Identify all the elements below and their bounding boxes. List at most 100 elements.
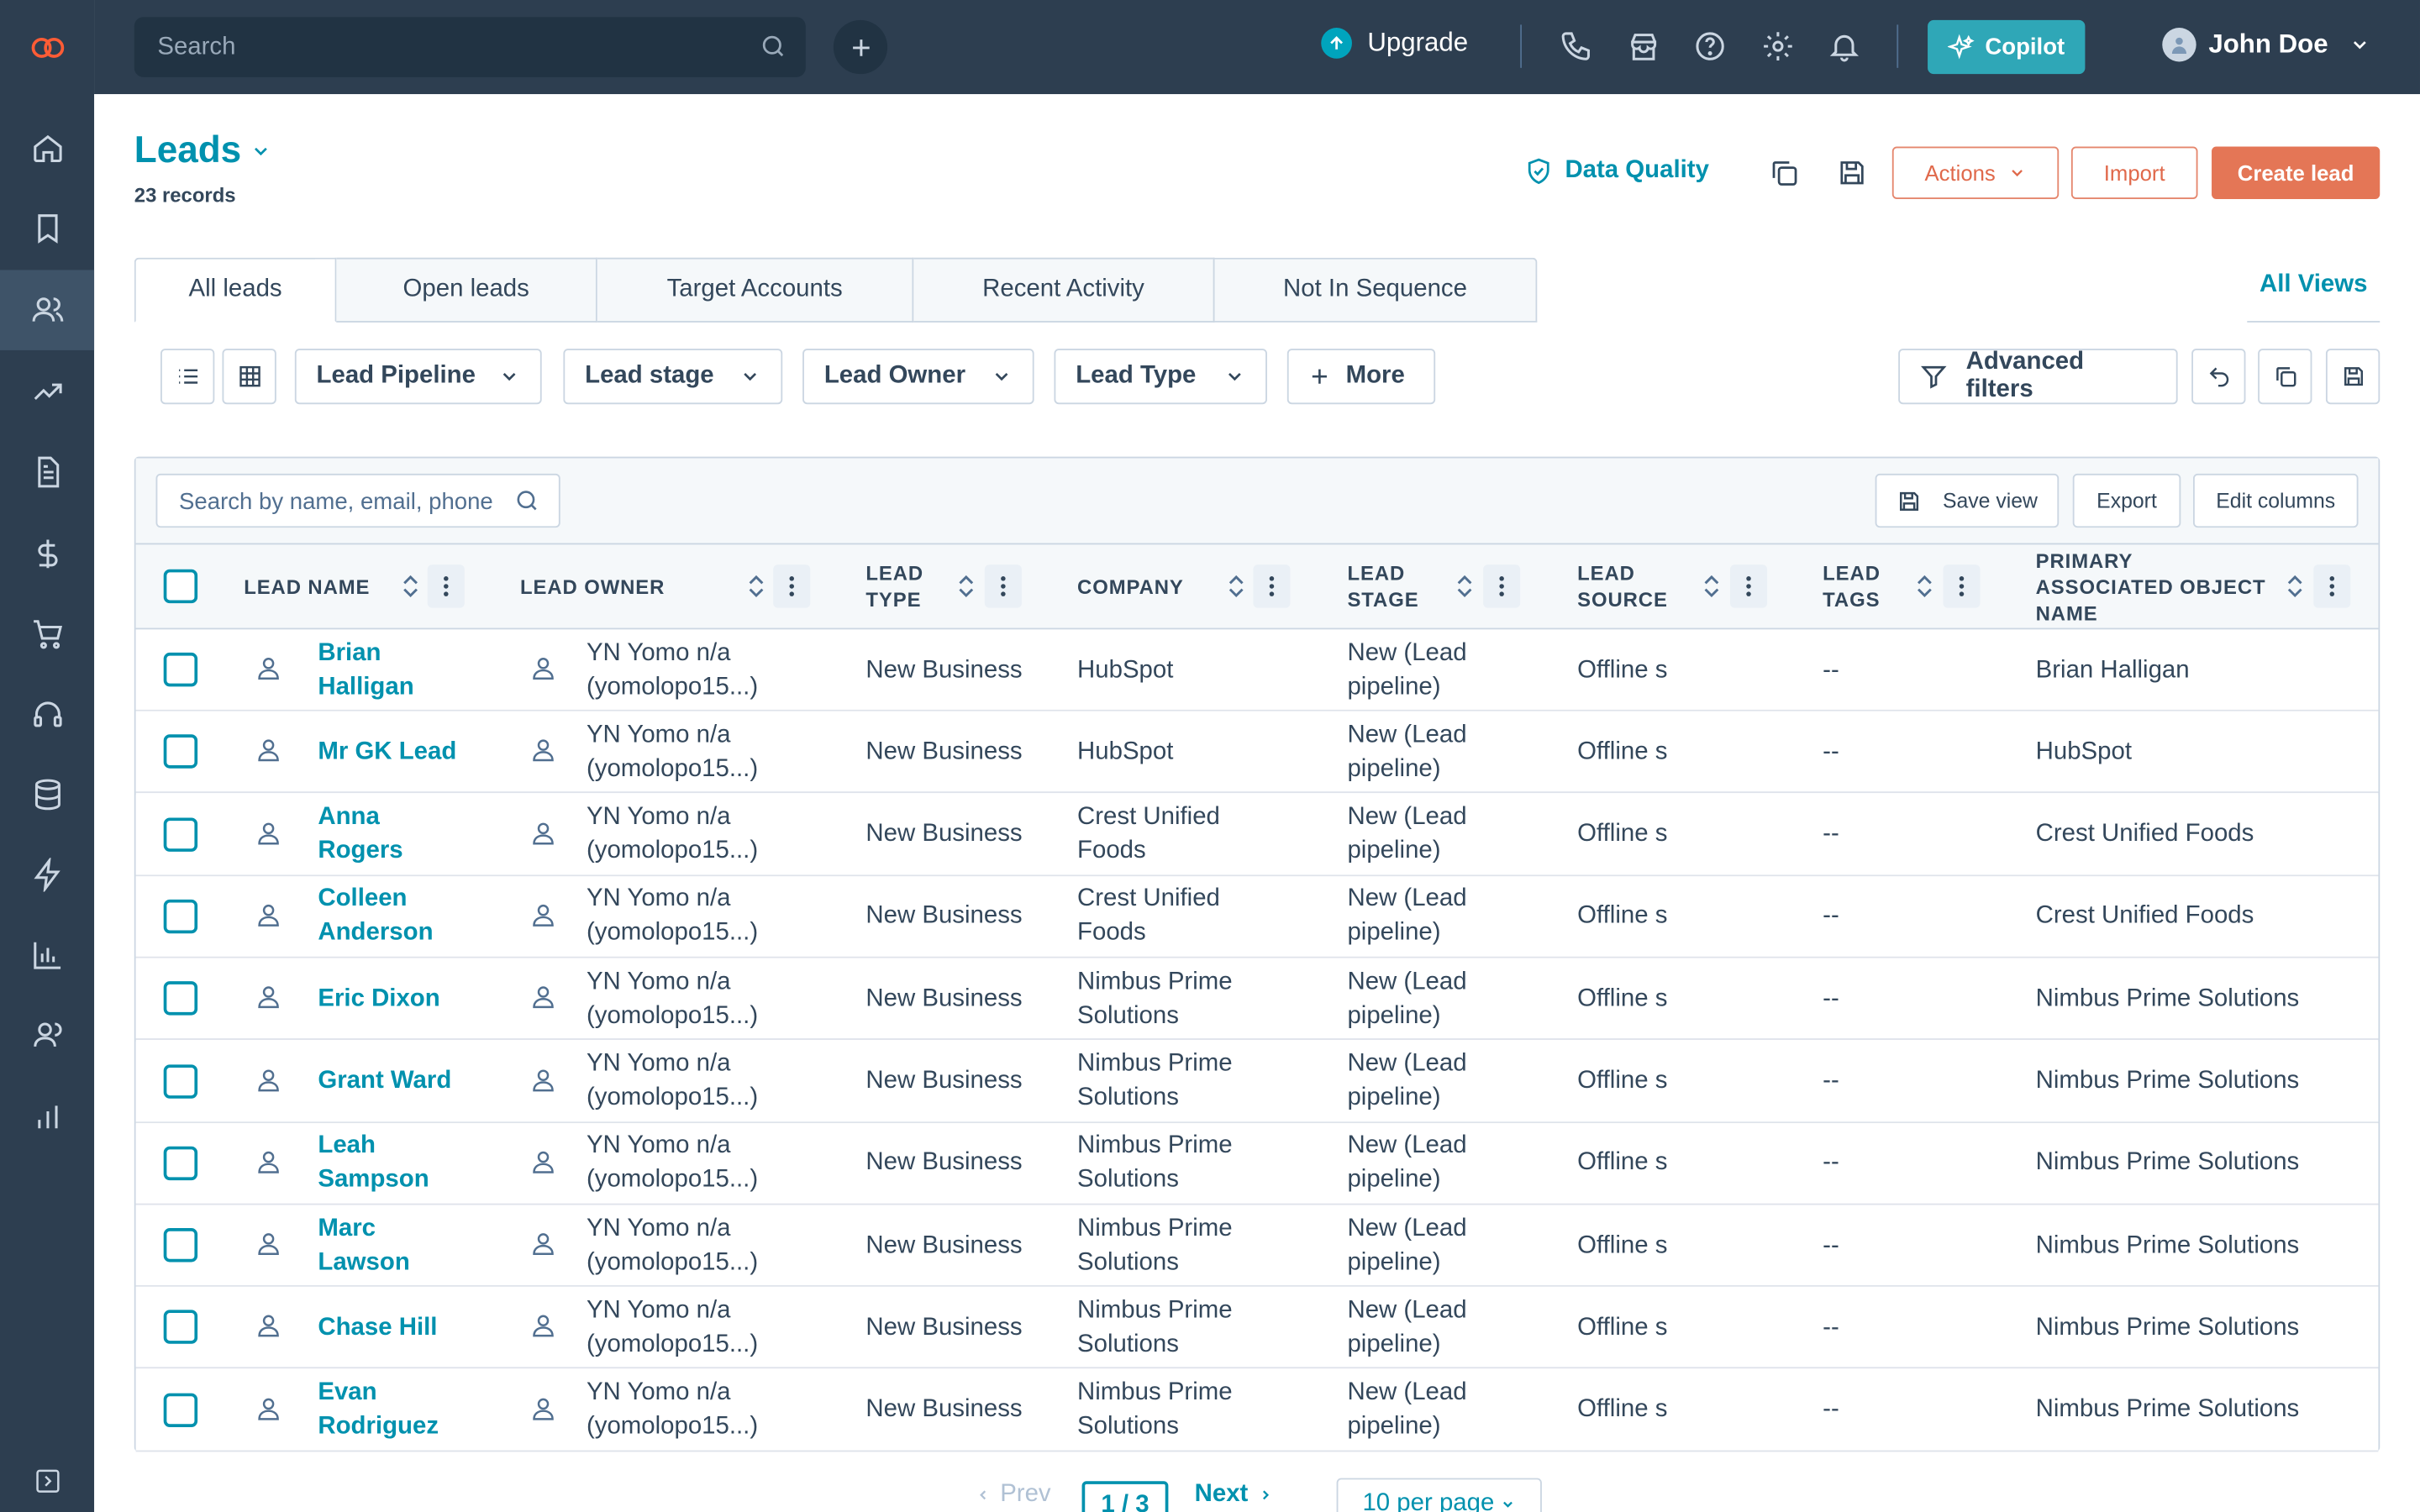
lead-name-link[interactable]: Anna Rogers xyxy=(318,794,402,875)
column-header-lead-name[interactable]: LEAD NAME xyxy=(244,544,370,627)
advanced-filters-button[interactable]: Advanced filters xyxy=(1898,349,2178,405)
logo-icon[interactable] xyxy=(0,0,94,94)
sort-icon[interactable] xyxy=(1702,572,1721,600)
column-header-lead-source[interactable]: LEAD SOURCE xyxy=(1577,544,1668,627)
lead-stage-filter[interactable]: Lead stage xyxy=(563,349,783,405)
home-icon[interactable] xyxy=(0,108,94,189)
headset-icon[interactable] xyxy=(0,675,94,755)
phone-icon[interactable] xyxy=(1559,29,1592,63)
column-menu-icon[interactable] xyxy=(773,564,811,608)
cart-icon[interactable] xyxy=(0,594,94,675)
lightning-icon[interactable] xyxy=(0,835,94,916)
per-page-select[interactable]: 10 per page xyxy=(1336,1478,1542,1512)
row-checkbox[interactable] xyxy=(163,816,198,852)
current-page[interactable]: 1 / 3 xyxy=(1081,1481,1169,1512)
all-views-link[interactable]: All Views xyxy=(2260,271,2368,299)
row-checkbox[interactable] xyxy=(163,1146,198,1180)
row-checkbox[interactable] xyxy=(163,981,198,1016)
lead-name-link[interactable]: Chase Hill xyxy=(318,1288,437,1369)
export-button[interactable]: Export xyxy=(2072,473,2181,528)
lead-name-link[interactable]: Eric Dixon xyxy=(318,958,439,1040)
column-header-lead-stage[interactable]: LEAD STAGE xyxy=(1347,544,1418,627)
column-menu-icon[interactable] xyxy=(984,564,1022,608)
table-row[interactable]: Grant Ward YN Yomo n/a (yomolopo15...) Ne… xyxy=(135,1040,2379,1123)
marketplace-icon[interactable] xyxy=(1627,29,1660,63)
lead-name-link[interactable]: Leah Sampson xyxy=(318,1123,429,1205)
sort-icon[interactable] xyxy=(747,572,765,600)
table-search-input[interactable]: Search by name, email, phone xyxy=(155,473,560,528)
table-row[interactable]: Leah Sampson YN Yomo n/a (yomolopo15...) N… xyxy=(135,1122,2379,1205)
sort-icon[interactable] xyxy=(1915,572,1933,600)
more-filters-button[interactable]: More xyxy=(1286,349,1436,405)
lead-name-link[interactable]: Brian Halligan xyxy=(318,629,413,711)
lead-name-link[interactable]: Evan Rodriguez xyxy=(318,1369,439,1451)
analytics-icon[interactable] xyxy=(0,1077,94,1158)
prev-page-button[interactable]: Prev xyxy=(976,1481,1051,1509)
reset-view-button[interactable] xyxy=(2191,349,2246,405)
lead-name-link[interactable]: Grant Ward xyxy=(318,1041,451,1122)
table-row[interactable]: Colleen Anderson YN Yomo n/a (yomolopo15..… xyxy=(135,876,2379,958)
lead-pipeline-filter[interactable]: Lead Pipeline xyxy=(294,349,542,405)
add-button[interactable] xyxy=(833,19,888,75)
column-header-company[interactable]: COMPANY xyxy=(1077,544,1184,627)
people-icon[interactable] xyxy=(0,995,94,1076)
row-checkbox[interactable] xyxy=(163,652,198,687)
column-menu-icon[interactable] xyxy=(1253,564,1291,608)
table-row[interactable]: Mr GK Lead YN Yomo n/a (yomolopo15...) Ne… xyxy=(135,711,2379,794)
column-menu-icon[interactable] xyxy=(1483,564,1521,608)
create-lead-button[interactable]: Create lead xyxy=(2212,146,2381,199)
save-view-icon-button[interactable] xyxy=(2325,349,2381,405)
save-icon[interactable] xyxy=(1837,157,1868,188)
next-page-button[interactable]: Next xyxy=(1195,1481,1273,1509)
bookmark-icon[interactable] xyxy=(0,188,94,269)
clone-view-button[interactable] xyxy=(2258,349,2312,405)
tab-recent-activity[interactable]: Recent Activity xyxy=(913,257,1215,323)
sort-icon[interactable] xyxy=(1455,572,1474,600)
table-row[interactable]: Anna Rogers YN Yomo n/a (yomolopo15...) Ne… xyxy=(135,794,2379,876)
edit-columns-button[interactable]: Edit columns xyxy=(2192,473,2359,528)
column-header-lead-type[interactable]: LEAD TYPE xyxy=(865,544,923,627)
column-menu-icon[interactable] xyxy=(427,564,465,608)
global-search-input[interactable]: Search xyxy=(134,17,806,77)
lead-name-link[interactable]: Marc Lawson xyxy=(318,1205,409,1287)
select-all-checkbox[interactable] xyxy=(163,569,198,604)
row-checkbox[interactable] xyxy=(163,1063,198,1098)
table-row[interactable]: Evan Rodriguez YN Yomo n/a (yomolopo15...)… xyxy=(135,1369,2379,1452)
tab-open-leads[interactable]: Open leads xyxy=(336,257,597,323)
column-header-lead-tags[interactable]: LEAD TAGS xyxy=(1823,544,1881,627)
contacts-icon[interactable] xyxy=(0,270,95,350)
column-menu-icon[interactable] xyxy=(1943,564,1981,608)
save-view-button[interactable]: Save view xyxy=(1875,473,2060,528)
sort-icon[interactable] xyxy=(402,572,420,600)
tab-target-accounts[interactable]: Target Accounts xyxy=(597,257,914,323)
lead-name-link[interactable]: Colleen Anderson xyxy=(318,876,433,958)
lead-owner-filter[interactable]: Lead Owner xyxy=(802,349,1034,405)
sort-icon[interactable] xyxy=(957,572,976,600)
sort-icon[interactable] xyxy=(2286,572,2304,600)
table-row[interactable]: Chase Hill YN Yomo n/a (yomolopo15...) Ne… xyxy=(135,1287,2379,1369)
tab-not-in-sequence[interactable]: Not In Sequence xyxy=(1214,257,1538,323)
row-checkbox[interactable] xyxy=(163,1392,198,1427)
column-header-primary-associated-object[interactable]: PRIMARY ASSOCIATED OBJECT NAME xyxy=(2036,544,2266,627)
notifications-icon[interactable] xyxy=(1828,29,1861,63)
table-row[interactable]: Marc Lawson YN Yomo n/a (yomolopo15...) Ne… xyxy=(135,1205,2379,1288)
trend-icon[interactable] xyxy=(0,352,94,433)
bar-chart-icon[interactable] xyxy=(0,915,94,995)
copilot-button[interactable]: Copilot xyxy=(1928,19,2086,75)
list-view-button[interactable] xyxy=(160,349,215,405)
actions-button[interactable]: Actions xyxy=(1891,146,2060,199)
tab-all-leads[interactable]: All leads xyxy=(134,257,337,323)
row-checkbox[interactable] xyxy=(163,1228,198,1263)
settings-icon[interactable] xyxy=(1761,29,1795,63)
lead-name-link[interactable]: Mr GK Lead xyxy=(318,711,456,793)
import-button[interactable]: Import xyxy=(2070,146,2198,199)
database-icon[interactable] xyxy=(0,754,94,835)
column-header-lead-owner[interactable]: LEAD OWNER xyxy=(520,544,665,627)
data-quality-button[interactable]: Data Quality xyxy=(1525,157,1709,185)
column-menu-icon[interactable] xyxy=(1729,564,1768,608)
clone-icon[interactable] xyxy=(1769,157,1800,188)
user-menu[interactable]: John Doe xyxy=(2162,28,2371,62)
column-menu-icon[interactable] xyxy=(2313,564,2351,608)
page-title-dropdown[interactable]: Leads xyxy=(134,129,272,172)
table-row[interactable]: Brian Halligan YN Yomo n/a (yomolopo15...)… xyxy=(135,629,2379,711)
